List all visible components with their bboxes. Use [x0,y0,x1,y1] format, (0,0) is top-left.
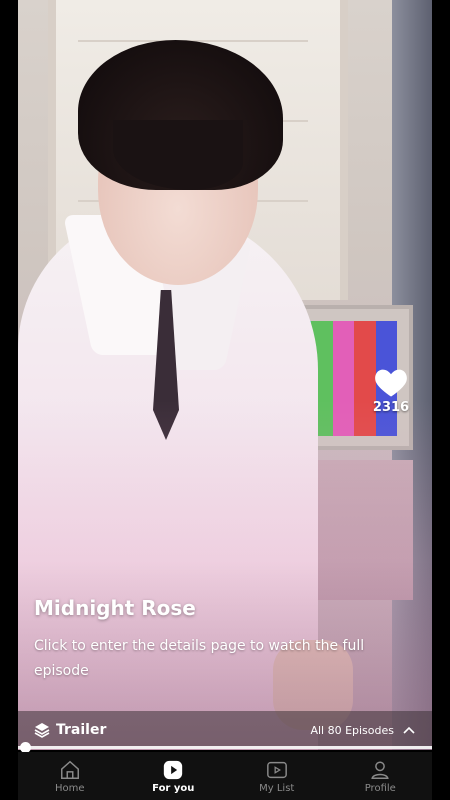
show-title[interactable]: Midnight Rose [34,596,196,620]
layers-icon [34,723,50,738]
profile-icon [371,760,389,779]
chevron-up-icon [403,726,415,734]
trailer-label-group: Trailer [34,722,106,738]
tab-profile-label: Profile [364,782,396,794]
tab-home[interactable]: Home [18,752,122,800]
tab-my-list[interactable]: My List [225,752,329,800]
tab-profile[interactable]: Profile [329,752,433,800]
heart-icon [375,369,407,397]
like-button[interactable]: 2316 [372,366,410,415]
trailer-bar[interactable]: Trailer All 80 Episodes [18,711,432,749]
tab-home-label: Home [54,782,85,794]
play-icon [164,760,183,779]
tab-for-you-label: For you [152,782,195,794]
tab-my-list-label: My List [259,782,295,794]
home-icon [60,760,79,779]
all-episodes-button[interactable]: All 80 Episodes [310,724,416,737]
tab-for-you[interactable]: For you [122,752,226,800]
like-count: 2316 [372,400,410,415]
show-description[interactable]: Click to enter the details page to watch… [34,634,374,684]
bottom-tab-bar: Home For you My List Profile [18,752,432,800]
video-list-icon [266,761,287,778]
episodes-label: All 80 Episodes [310,723,394,737]
trailer-label: Trailer [56,722,107,738]
playback-progress-track[interactable] [18,746,432,749]
